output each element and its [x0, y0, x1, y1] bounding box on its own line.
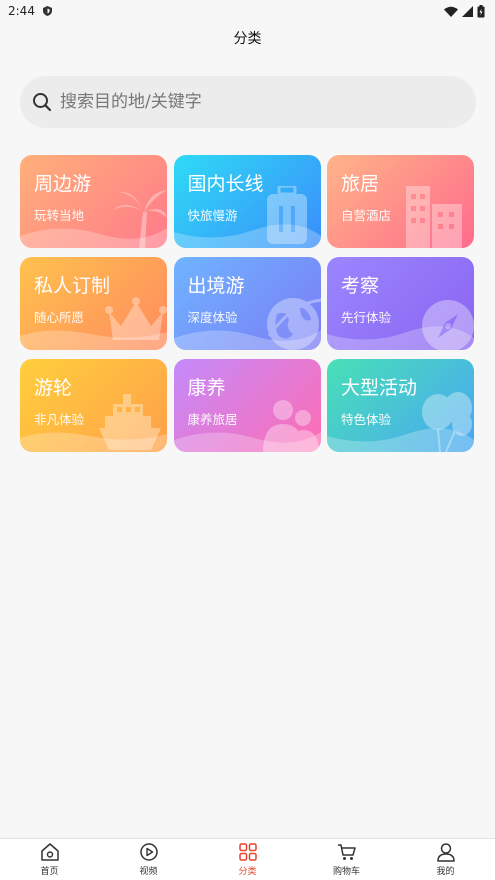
status-bar: 2:44: [0, 0, 495, 22]
category-title: 大型活动: [341, 377, 418, 399]
category-card-私人订制[interactable]: 私人订制 随心所愿: [20, 257, 167, 350]
tab-label: 视频: [139, 867, 158, 877]
category-title: 旅居: [341, 173, 380, 195]
home-icon: [40, 843, 59, 861]
user-icon: [436, 843, 455, 862]
category-card-旅居[interactable]: 旅居 自营酒店: [327, 155, 474, 248]
status-time: 2:44: [8, 4, 35, 18]
search-bar[interactable]: [20, 76, 476, 128]
category-subtitle: 康养旅居: [187, 412, 238, 427]
tab-label: 购物车: [332, 867, 360, 877]
battery-icon: [477, 4, 485, 17]
category-title: 私人订制: [34, 275, 111, 297]
category-card-康养[interactable]: 康养 康养旅居: [173, 359, 321, 452]
category-subtitle: 自营酒店: [341, 208, 392, 223]
category-card-考察[interactable]: 考察 先行体验: [327, 257, 474, 350]
category-grid-icon: [238, 843, 257, 861]
tab-video[interactable]: 视频: [119, 842, 179, 877]
cart-icon: [337, 844, 356, 860]
category-title: 游轮: [34, 377, 73, 399]
search-icon: [33, 93, 52, 112]
play-icon: [139, 843, 158, 861]
tab-label: 我的: [436, 867, 455, 877]
tab-category[interactable]: 分类: [218, 842, 278, 877]
category-subtitle: 非凡体验: [34, 412, 85, 427]
tab-mine[interactable]: 我的: [416, 842, 476, 877]
tab-label: 首页: [40, 867, 59, 877]
category-subtitle: 深度体验: [187, 310, 238, 325]
search-input[interactable]: [60, 92, 440, 112]
category-subtitle: 玩转当地: [34, 208, 85, 223]
category-grid: 周边游 玩转当地 国内长线 快旅慢游 旅居 自营酒店 私人订制 随心所愿 出境游…: [20, 155, 474, 452]
tab-label: 分类: [238, 867, 257, 877]
category-title: 出境游: [187, 275, 245, 297]
bottom-tab-bar: 首页 视频 分类 购物车 我的: [0, 838, 495, 880]
shield-icon: [42, 6, 52, 16]
page-title: 分类: [233, 31, 262, 47]
category-subtitle: 特色体验: [341, 412, 392, 427]
category-title: 国内长线: [187, 173, 264, 195]
category-subtitle: 先行体验: [341, 310, 392, 325]
category-title: 周边游: [34, 173, 92, 195]
category-card-国内长线[interactable]: 国内长线 快旅慢游: [173, 155, 321, 248]
category-card-出境游[interactable]: 出境游 深度体验: [173, 257, 321, 350]
category-title: 考察: [341, 275, 380, 297]
tab-home[interactable]: 首页: [20, 842, 80, 877]
category-title: 康养: [187, 377, 226, 399]
tab-cart[interactable]: 购物车: [317, 842, 377, 877]
category-card-大型活动[interactable]: 大型活动 特色体验: [327, 359, 474, 452]
category-subtitle: 随心所愿: [34, 310, 85, 325]
signal-icon: [462, 5, 473, 17]
category-card-游轮[interactable]: 游轮 非凡体验: [20, 359, 167, 452]
category-subtitle: 快旅慢游: [187, 208, 238, 223]
category-card-周边游[interactable]: 周边游 玩转当地: [20, 155, 167, 248]
wifi-icon: [444, 6, 458, 17]
